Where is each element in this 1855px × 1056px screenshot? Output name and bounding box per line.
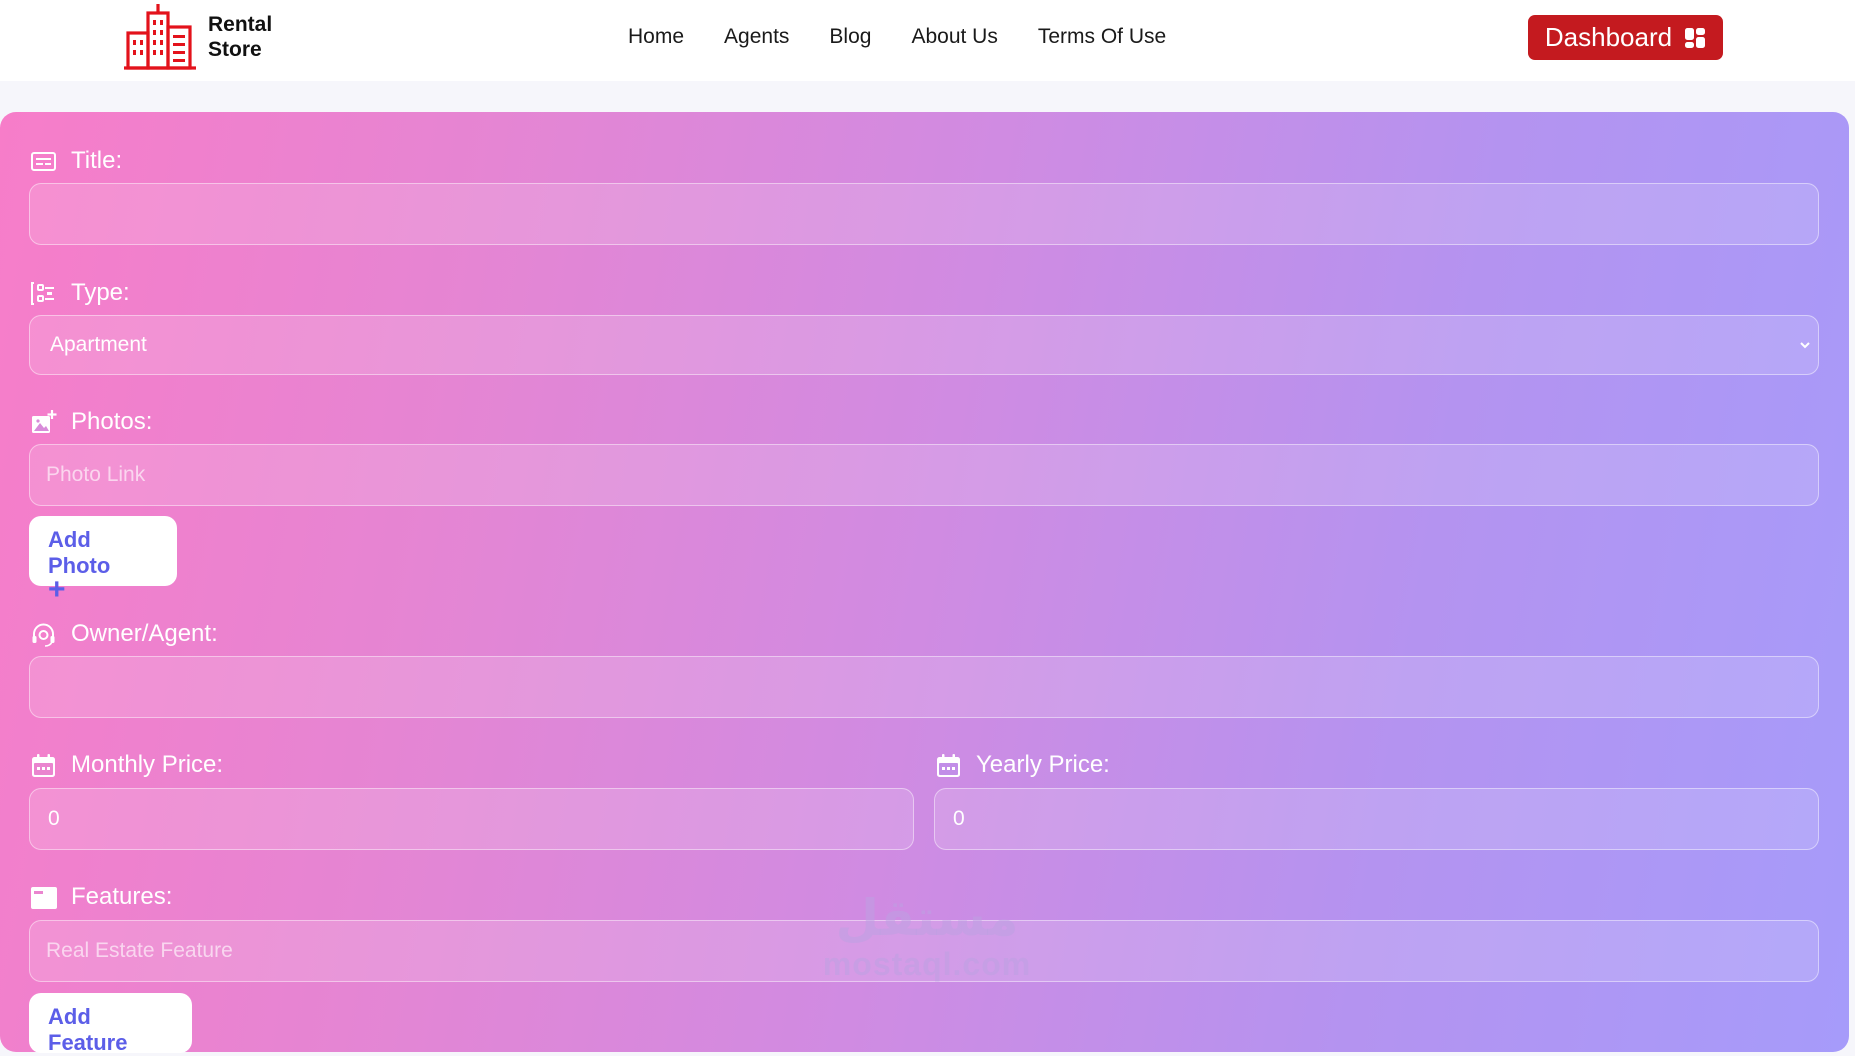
type-label: Type:: [71, 279, 130, 306]
type-label-row: Type:: [30, 278, 130, 308]
feature-input[interactable]: Real Estate Feature: [29, 920, 1819, 982]
photos-label: Photos:: [71, 408, 153, 435]
nav-terms-of-use[interactable]: Terms Of Use: [1038, 22, 1166, 52]
plus-icon: +: [48, 573, 66, 606]
nav-agents[interactable]: Agents: [724, 22, 789, 52]
yearly-price-label-row: Yearly Price:: [935, 750, 1110, 780]
add-feature-button[interactable]: Add Feature: [29, 993, 192, 1055]
buildings-logo-icon[interactable]: [124, 2, 196, 72]
category-icon: [31, 281, 54, 305]
monthly-price-label: Monthly Price:: [71, 751, 224, 778]
owner-agent-input[interactable]: [29, 656, 1819, 718]
property-form-panel: Title: Type: Apartment Photos: Photo Lin: [0, 112, 1849, 1055]
headset-agent-icon: [32, 623, 55, 647]
add-photo-label: Add Photo: [48, 527, 111, 578]
brand-line-2: Store: [208, 38, 262, 61]
calendar-icon: [32, 753, 55, 777]
brand-name[interactable]: Rental Store: [208, 12, 272, 62]
main-nav: Home Agents Blog About Us Terms Of Use: [628, 22, 1206, 52]
type-select[interactable]: Apartment: [29, 315, 1819, 375]
title-label-row: Title:: [30, 146, 122, 176]
grid-icon: [1685, 27, 1706, 48]
chevron-down-icon: [1800, 342, 1810, 349]
add-photo-icon: [32, 409, 57, 433]
feature-list-icon: [31, 886, 57, 909]
monthly-price-input[interactable]: 0: [29, 788, 914, 850]
dashboard-button[interactable]: Dashboard: [1528, 15, 1723, 60]
nav-home[interactable]: Home: [628, 22, 684, 52]
title-label: Title:: [71, 147, 123, 174]
id-card-icon: [31, 151, 56, 171]
nav-blog[interactable]: Blog: [829, 22, 871, 52]
add-feature-label: Add Feature: [48, 1004, 128, 1055]
features-label: Features:: [71, 883, 173, 910]
top-navbar: Rental Store Home Agents Blog About Us T…: [0, 0, 1855, 81]
photos-label-row: Photos:: [30, 407, 152, 437]
dashboard-button-label: Dashboard: [1544, 22, 1673, 52]
brand-line-1: Rental: [208, 13, 273, 36]
photo-link-input[interactable]: Photo Link: [29, 444, 1819, 506]
monthly-price-label-row: Monthly Price:: [30, 750, 223, 780]
yearly-price-label: Yearly Price:: [976, 751, 1110, 778]
calendar-icon: [937, 753, 960, 777]
yearly-price-input[interactable]: 0: [934, 788, 1819, 850]
title-input[interactable]: [29, 183, 1819, 245]
nav-about-us[interactable]: About Us: [911, 22, 997, 52]
add-photo-button[interactable]: Add Photo +: [29, 516, 177, 605]
type-select-value: Apartment: [50, 333, 147, 356]
features-label-row: Features:: [30, 882, 172, 912]
owner-label: Owner/Agent:: [71, 620, 218, 647]
owner-label-row: Owner/Agent:: [30, 619, 218, 649]
